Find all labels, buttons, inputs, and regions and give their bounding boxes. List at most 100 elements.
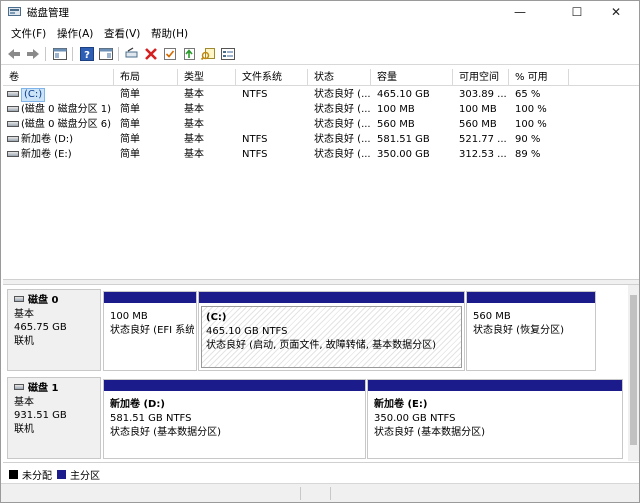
volume-status: 状态良好 (... (314, 149, 370, 160)
unallocated-swatch (9, 470, 18, 479)
volume-free-space: 303.89 ... (459, 89, 507, 100)
volume-type: 基本 (184, 119, 204, 130)
volume-name: (C:) (21, 88, 46, 102)
disk-icon (14, 296, 24, 302)
connect-disk-icon[interactable] (124, 46, 140, 62)
column-header-filesystem[interactable]: 文件系统 (236, 69, 308, 86)
primary-partition-bar (199, 292, 464, 303)
column-header-layout[interactable]: 布局 (114, 69, 178, 86)
export-icon[interactable] (181, 46, 197, 62)
partition-status: 状态良好 (恢复分区) (473, 325, 564, 336)
primary-partition-bar (368, 380, 622, 391)
help-icon[interactable]: ? (79, 46, 95, 62)
partition-c[interactable]: (C:) 465.10 GB NTFS 状态良好 (启动, 页面文件, 故障转储… (198, 291, 465, 371)
volume-capacity: 581.51 GB (377, 134, 430, 145)
volume-capacity: 350.00 GB (377, 149, 430, 160)
volume-type: 基本 (184, 89, 204, 100)
volume-icon (7, 151, 19, 157)
partition-size: 350.00 GB NTFS (374, 413, 456, 424)
legend-unallocated: 未分配 (9, 467, 52, 482)
partition-name: 新加卷 (E:) (374, 399, 428, 410)
volume-list-header: 卷 布局 类型 文件系统 状态 容量 可用空间 % 可用 (3, 69, 639, 86)
list-view-icon[interactable] (220, 46, 236, 62)
search-icon[interactable] (200, 46, 216, 62)
column-header-type[interactable]: 类型 (178, 69, 236, 86)
console-view-icon[interactable] (52, 46, 68, 62)
partition-efi[interactable]: 100 MB 状态良好 (EFI 系统 (103, 291, 197, 371)
primary-partition-bar (104, 380, 365, 391)
disk-0-info[interactable]: 磁盘 0 基本 465.75 GB 联机 (7, 289, 101, 371)
volume-capacity: 560 MB (377, 119, 415, 130)
volume-list: 卷 布局 类型 文件系统 状态 容量 可用空间 % 可用 (C:) 简单 基本 … (3, 69, 639, 279)
volume-layout: 简单 (120, 119, 140, 130)
volume-row[interactable]: (磁盘 0 磁盘分区 6) 简单 基本 状态良好 (... 560 MB 560… (3, 117, 639, 132)
back-arrow-icon[interactable] (6, 46, 22, 62)
volume-layout: 简单 (120, 134, 140, 145)
volume-layout: 简单 (120, 149, 140, 160)
primary-partition-bar (467, 292, 595, 303)
disk-map-scrollbar[interactable] (628, 285, 639, 461)
column-header-free-space[interactable]: 可用空间 (453, 69, 509, 86)
disk-1-info[interactable]: 磁盘 1 基本 931.51 GB 联机 (7, 377, 101, 459)
partition-e[interactable]: 新加卷 (E:) 350.00 GB NTFS 状态良好 (基本数据分区) (367, 379, 623, 459)
toolbar-separator (45, 47, 46, 61)
status-bar (1, 483, 639, 502)
delete-icon[interactable] (143, 46, 159, 62)
disk-kind: 基本 (14, 308, 34, 320)
forward-arrow-icon[interactable] (25, 46, 41, 62)
volume-filesystem: NTFS (242, 134, 268, 145)
volume-row[interactable]: 新加卷 (E:) 简单 基本 NTFS 状态良好 (... 350.00 GB … (3, 147, 639, 162)
scrollbar-thumb[interactable] (630, 295, 637, 445)
volume-row[interactable]: (C:) 简单 基本 NTFS 状态良好 (... 465.10 GB 303.… (3, 87, 639, 102)
status-segment (301, 487, 331, 500)
partition-size: 465.10 GB NTFS (206, 326, 288, 337)
menu-bar: 文件(F) 操作(A) 查看(V) 帮助(H) (1, 24, 639, 42)
volume-free-space: 100 MB (459, 104, 497, 115)
legend-primary: 主分区 (57, 467, 100, 482)
volume-free-space: 560 MB (459, 119, 497, 130)
partition-recovery[interactable]: 560 MB 状态良好 (恢复分区) (466, 291, 596, 371)
check-icon[interactable] (162, 46, 178, 62)
disk-icon (14, 384, 24, 390)
volume-icon (7, 91, 19, 97)
volume-status: 状态良好 (... (314, 119, 370, 130)
toolbar: ? (1, 43, 639, 65)
volume-row[interactable]: 新加卷 (D:) 简单 基本 NTFS 状态良好 (... 581.51 GB … (3, 132, 639, 147)
partition-name: (C:) (206, 312, 227, 323)
partition-d[interactable]: 新加卷 (D:) 581.51 GB NTFS 状态良好 (基本数据分区) (103, 379, 366, 459)
minimize-button[interactable]: — (497, 1, 543, 23)
legend: 未分配 主分区 (3, 462, 639, 482)
properties-view-icon[interactable] (98, 46, 114, 62)
volume-free-space: 521.77 ... (459, 134, 507, 145)
volume-layout: 简单 (120, 89, 140, 100)
legend-label: 主分区 (70, 471, 100, 482)
column-header-volume[interactable]: 卷 (3, 69, 114, 86)
partition-status: 状态良好 (基本数据分区) (110, 427, 221, 438)
volume-filesystem: NTFS (242, 149, 268, 160)
column-header-capacity[interactable]: 容量 (371, 69, 453, 86)
volume-row[interactable]: (磁盘 0 磁盘分区 1) 简单 基本 状态良好 (... 100 MB 100… (3, 102, 639, 117)
partition-size: 560 MB (473, 311, 511, 322)
volume-percent-free: 100 % (515, 104, 547, 115)
volume-type: 基本 (184, 134, 204, 145)
menu-help[interactable]: 帮助(H) (151, 26, 188, 41)
volume-icon (7, 121, 19, 127)
volume-status: 状态良好 (... (314, 89, 370, 100)
disk-management-app-icon (8, 7, 21, 16)
menu-view[interactable]: 查看(V) (104, 26, 140, 41)
disk-size: 465.75 GB (14, 322, 67, 333)
menu-action[interactable]: 操作(A) (57, 26, 93, 41)
disk-state: 联机 (14, 335, 34, 347)
disk-state: 联机 (14, 423, 34, 435)
volume-percent-free: 89 % (515, 149, 541, 160)
menu-file[interactable]: 文件(F) (11, 26, 46, 41)
title-bar: 磁盘管理 — ☐ ✕ (1, 1, 639, 23)
column-header-status[interactable]: 状态 (308, 69, 371, 86)
close-button[interactable]: ✕ (593, 1, 639, 23)
volume-name: 新加卷 (D:) (21, 134, 74, 145)
primary-partition-bar (104, 292, 196, 303)
volume-layout: 简单 (120, 104, 140, 115)
svg-text:?: ? (84, 50, 90, 61)
volume-status: 状态良好 (... (314, 134, 370, 145)
column-header-percent-free[interactable]: % 可用 (509, 69, 569, 86)
